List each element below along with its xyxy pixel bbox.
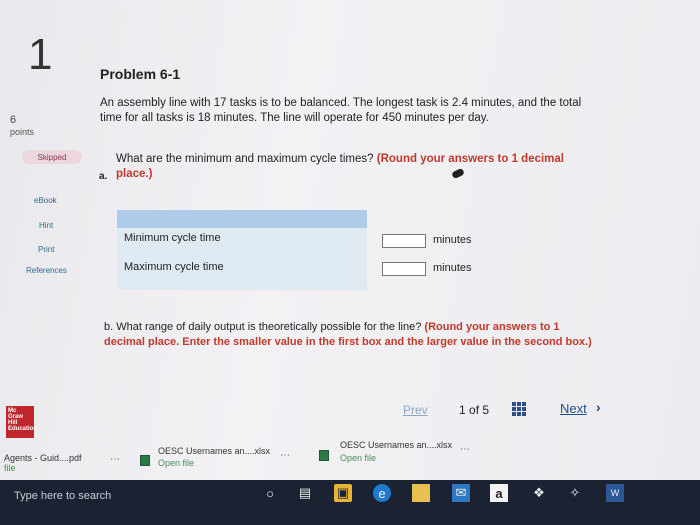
next-button[interactable]: Next (560, 401, 587, 416)
download-menu-icon[interactable]: ⋯ (110, 454, 121, 465)
sidebar-item-hint[interactable]: Hint (39, 221, 53, 230)
dropbox-icon[interactable]: ❖ (530, 484, 548, 502)
max-cycle-unit: minutes (433, 262, 472, 274)
min-cycle-label: Minimum cycle time (124, 232, 221, 244)
download-menu-icon[interactable]: ⋯ (460, 444, 471, 455)
min-cycle-input[interactable] (382, 234, 426, 248)
part-a-question: What are the minimum and maximum cycle t… (116, 152, 596, 182)
taskbar-search[interactable]: Type here to search (14, 490, 111, 502)
points-value: 6 (10, 114, 17, 126)
page-of: of (469, 403, 480, 417)
sidebar-item-print[interactable]: Print (38, 245, 54, 254)
download-item-name[interactable]: OESC Usernames an....xlsx (340, 440, 452, 450)
file-explorer-icon[interactable] (412, 484, 430, 502)
download-item-name[interactable]: Agents - Guid....pdf (4, 453, 82, 463)
excel-file-icon (319, 450, 329, 461)
excel-file-icon (140, 455, 150, 466)
max-cycle-label: Maximum cycle time (124, 261, 224, 273)
download-item-status: file (4, 463, 16, 473)
downloads-shelf: Agents - Guid....pdf file ⋯ OESC Usernam… (0, 436, 700, 480)
page-total: 5 (482, 403, 490, 417)
task-view-icon[interactable]: ▤ (296, 484, 314, 502)
status-badge: Skipped (22, 150, 82, 164)
page-current: 1 (459, 403, 466, 417)
download-item-status[interactable]: Open file (340, 453, 376, 463)
prev-button[interactable]: Prev (403, 403, 428, 417)
question-grid-icon[interactable] (512, 402, 526, 416)
answer-table: Minimum cycle time minutes Maximum cycle… (117, 210, 472, 290)
answer-table-header (117, 210, 367, 228)
amazon-icon[interactable]: a (490, 484, 508, 502)
problem-text: An assembly line with 17 tasks is to be … (100, 97, 582, 124)
problem-title: Problem 6-1 (100, 66, 181, 82)
part-a-question-text: What are the minimum and maximum cycle t… (116, 153, 374, 165)
word-icon[interactable]: W (606, 484, 624, 502)
sidebar-item-ebook[interactable]: eBook (34, 196, 57, 205)
part-a-letter: a. (99, 171, 108, 182)
download-item-name[interactable]: OESC Usernames an....xlsx (158, 446, 270, 456)
question-number: 1 (28, 30, 53, 79)
chevron-right-icon[interactable]: › (596, 399, 601, 415)
page-indicator: 1 of 5 (459, 403, 489, 417)
part-b-question-text: b. What range of daily output is theoret… (104, 321, 422, 333)
max-cycle-input[interactable] (382, 262, 426, 276)
arrow-app-icon[interactable]: ✧ (566, 484, 584, 502)
cortana-icon[interactable]: ○ (261, 484, 279, 502)
part-b-question: b. What range of daily output is theoret… (104, 320, 594, 350)
sidebar-item-references[interactable]: References (26, 266, 67, 275)
taskbar: Type here to search ○ ▤ ▣ e ✉ a ❖ ✧ W (0, 480, 700, 525)
publisher-logo: Mc Graw Hill Education (6, 406, 37, 438)
quiz-screen: 1 6 points Skipped eBook Hint Print Refe… (0, 0, 700, 480)
store-icon[interactable]: ▣ (334, 484, 352, 502)
download-item-status[interactable]: Open file (158, 458, 194, 468)
mail-icon[interactable]: ✉ (452, 484, 470, 502)
edge-icon[interactable]: e (373, 484, 391, 502)
points-label: points (10, 127, 35, 137)
download-menu-icon[interactable]: ⋯ (280, 450, 291, 461)
min-cycle-unit: minutes (433, 234, 472, 246)
